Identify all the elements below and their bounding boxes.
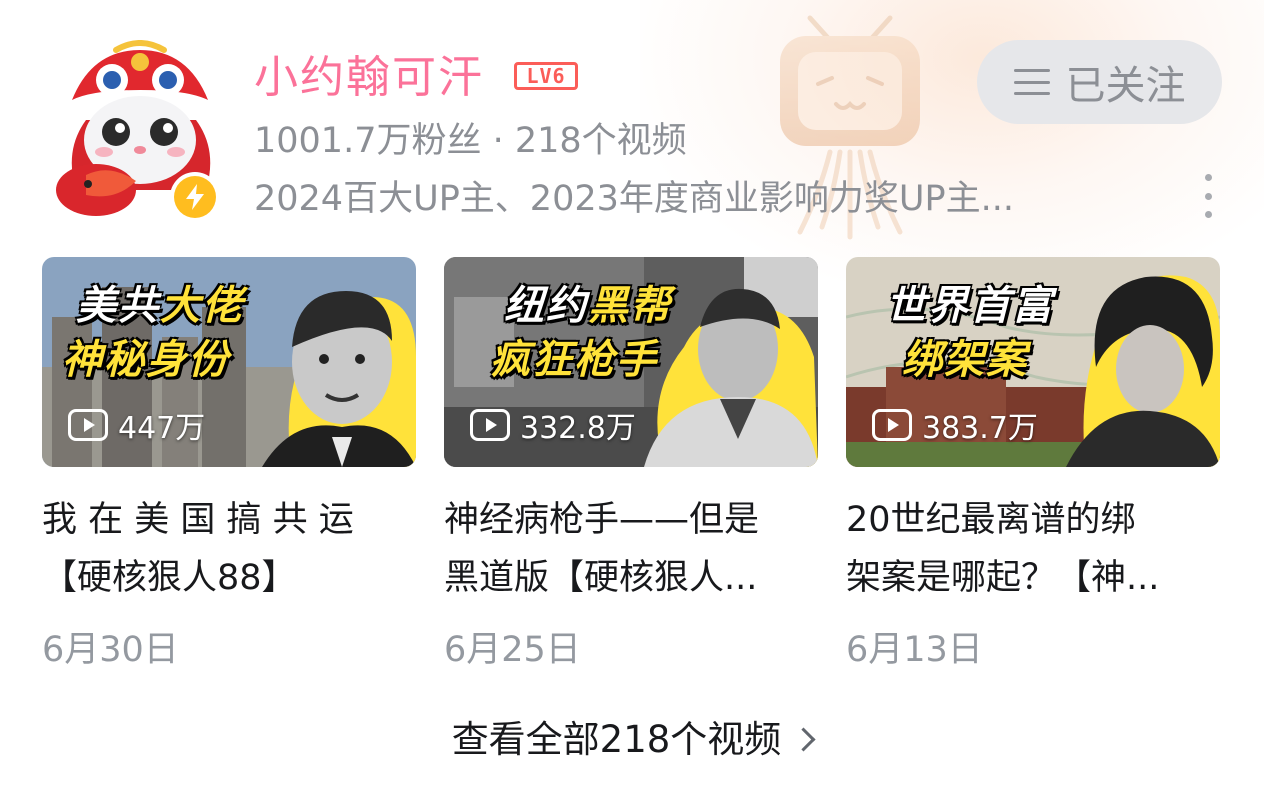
lightning-icon [186, 184, 204, 210]
play-icon [470, 409, 510, 441]
video-thumbnail[interactable]: 世界首富 绑架案 383.7万 [846, 257, 1220, 467]
thumbnail-caption: 绑架案 [902, 337, 1028, 383]
more-options-icon[interactable] [1198, 174, 1218, 218]
video-card[interactable]: 世界首富 绑架案 383.7万 20世纪最离谱的绑 架案是哪起？【神... 6月… [846, 257, 1220, 675]
play-icon [872, 409, 912, 441]
video-thumbnail[interactable]: 美共大佬 神秘身份 447万 [42, 257, 416, 467]
play-icon [68, 409, 108, 441]
video-card[interactable]: 美共大佬 神秘身份 447万 我 在 美 国 搞 共 运 【硬核狠人88】 6月… [42, 257, 416, 675]
video-card[interactable]: 纽约黑帮 疯狂枪手 332.8万 神经病枪手——但是 黑道版【硬核狠人... 6… [444, 257, 818, 675]
video-date: 6月30日 [42, 630, 179, 670]
see-all-label: 查看全部218个视频 [451, 718, 782, 761]
video-thumbnail[interactable]: 纽约黑帮 疯狂枪手 332.8万 [444, 257, 818, 467]
follow-button[interactable]: 已关注 [977, 40, 1222, 124]
menu-icon [1013, 69, 1050, 95]
thumbnail-caption: 美共大佬 [76, 283, 244, 329]
follow-label: 已关注 [1065, 63, 1186, 109]
thumbnail-caption: 神秘身份 [62, 337, 230, 383]
video-date: 6月13日 [846, 630, 983, 670]
thumbnail-caption: 纽约黑帮 [504, 283, 672, 329]
view-count: 332.8万 [470, 403, 636, 447]
see-all-videos-link[interactable]: 查看全部218个视频 [0, 712, 1264, 768]
view-count: 383.7万 [872, 403, 1038, 447]
level-badge: LV6 [514, 62, 578, 90]
creator-description: 2024百大UP主、2023年度商业影响力奖UP主... [254, 179, 1014, 219]
video-date: 6月25日 [444, 630, 581, 670]
verified-badge [170, 172, 220, 222]
creator-name[interactable]: 小约翰可汗 [254, 48, 484, 108]
chevron-right-icon [791, 727, 816, 752]
view-count: 447万 [68, 403, 205, 447]
thumbnail-caption: 世界首富 [886, 283, 1054, 329]
thumbnail-caption: 疯狂枪手 [490, 337, 658, 383]
video-title[interactable]: 我 在 美 国 搞 共 运 【硬核狠人88】 [42, 491, 412, 607]
video-title[interactable]: 20世纪最离谱的绑 架案是哪起？【神... [846, 491, 1216, 607]
video-title[interactable]: 神经病枪手——但是 黑道版【硬核狠人... [444, 491, 814, 607]
creator-stats: 1001.7万粉丝 · 218个视频 [254, 121, 687, 161]
